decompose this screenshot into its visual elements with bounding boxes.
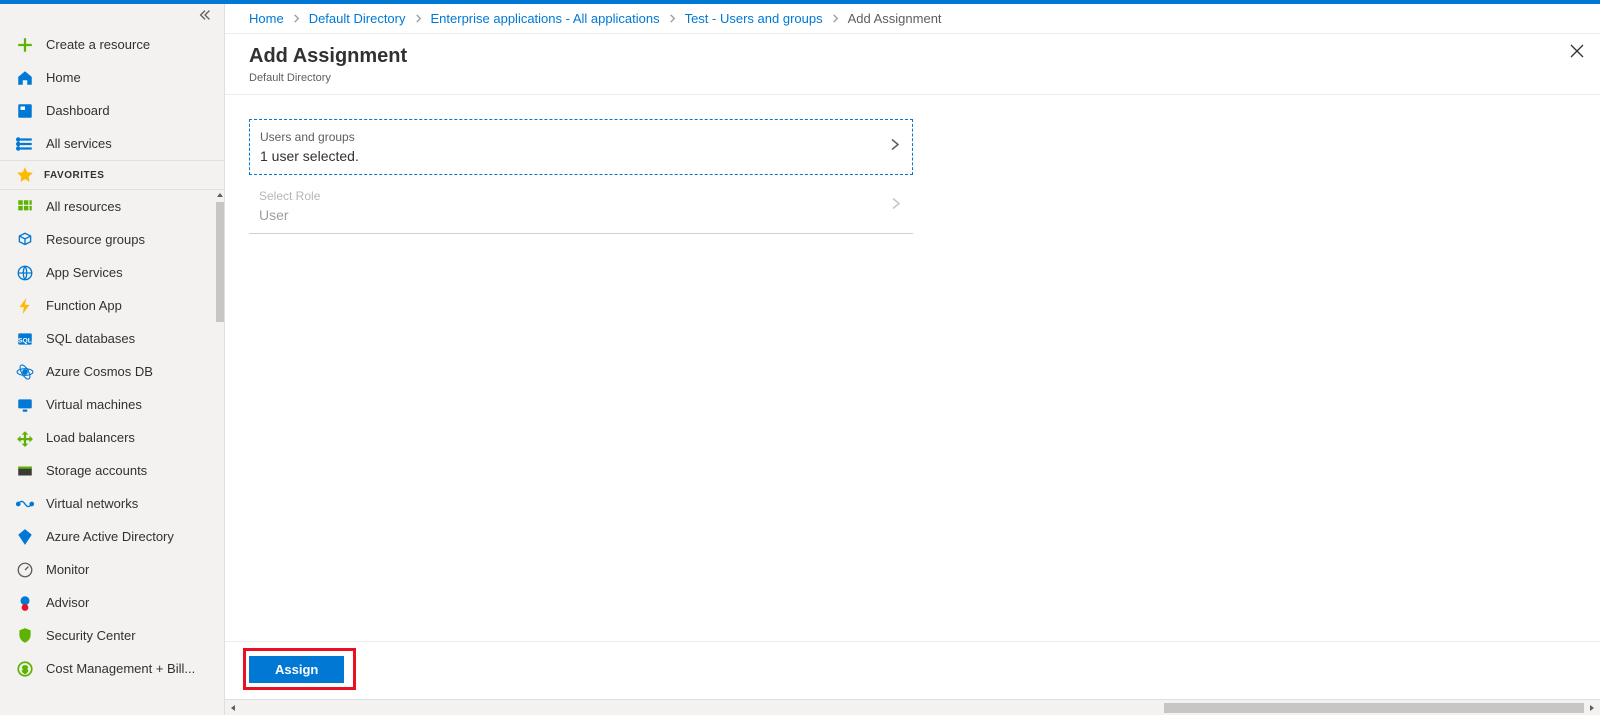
svg-text:SQL: SQL xyxy=(18,337,32,344)
nav-label: SQL databases xyxy=(46,331,135,346)
monitor-screen-icon xyxy=(16,396,34,414)
scroll-right-arrow[interactable] xyxy=(1584,700,1600,715)
nav-load-balancers[interactable]: Load balancers xyxy=(0,421,224,454)
nav-label: Resource groups xyxy=(46,232,145,247)
page-title: Add Assignment xyxy=(249,42,1576,70)
nav-label: Advisor xyxy=(46,595,89,610)
nav-cost-management[interactable]: $ Cost Management + Bill... xyxy=(0,652,224,685)
network-icon xyxy=(16,495,34,513)
nav-function-app[interactable]: Function App xyxy=(0,289,224,322)
breadcrumb: Home Default Directory Enterprise applic… xyxy=(225,4,1600,34)
blade-body: Users and groups 1 user selected. Select… xyxy=(225,95,1600,641)
lightning-icon xyxy=(16,297,34,315)
star-icon xyxy=(16,166,34,184)
svg-text:$: $ xyxy=(22,664,27,674)
nav-create-resource[interactable]: Create a resource xyxy=(0,28,224,61)
nav-home[interactable]: Home xyxy=(0,61,224,94)
nav-resource-groups[interactable]: Resource groups xyxy=(0,223,224,256)
scroll-left-arrow[interactable] xyxy=(225,700,241,715)
nav-cosmos-db[interactable]: Azure Cosmos DB xyxy=(0,355,224,388)
blade-footer: Assign xyxy=(225,641,1600,699)
page-subtitle: Default Directory xyxy=(249,72,1576,84)
nav-label: Azure Cosmos DB xyxy=(46,364,153,379)
nav-label: Home xyxy=(46,70,81,85)
assign-button[interactable]: Assign xyxy=(249,656,344,683)
breadcrumb-home[interactable]: Home xyxy=(249,11,284,26)
blade-header: Add Assignment Default Directory xyxy=(225,34,1600,95)
favorites-label: FAVORITES xyxy=(44,170,104,181)
shield-icon xyxy=(16,627,34,645)
nav-security-center[interactable]: Security Center xyxy=(0,619,224,652)
dashboard-icon xyxy=(16,102,34,120)
nav-label: All services xyxy=(46,136,112,151)
nav-azure-ad[interactable]: Azure Active Directory xyxy=(0,520,224,553)
globe-icon xyxy=(16,264,34,282)
breadcrumb-directory[interactable]: Default Directory xyxy=(309,11,406,26)
cost-icon: $ xyxy=(16,660,34,678)
nav-virtual-networks[interactable]: Virtual networks xyxy=(0,487,224,520)
chevron-right-icon xyxy=(414,14,423,23)
sidebar-collapse-button[interactable] xyxy=(0,4,224,28)
storage-icon xyxy=(16,462,34,480)
nav-label: App Services xyxy=(46,265,123,280)
users-groups-selector[interactable]: Users and groups 1 user selected. xyxy=(249,119,913,175)
nav-monitor[interactable]: Monitor xyxy=(0,553,224,586)
sql-icon: SQL xyxy=(16,330,34,348)
nav-label: Monitor xyxy=(46,562,89,577)
nav-label: Create a resource xyxy=(46,37,150,52)
gauge-icon xyxy=(16,561,34,579)
nav-dashboard[interactable]: Dashboard xyxy=(0,94,224,127)
breadcrumb-enterprise-apps[interactable]: Enterprise applications - All applicatio… xyxy=(431,11,660,26)
advisor-icon xyxy=(16,594,34,612)
sidebar: Create a resource Home Dashboard All ser… xyxy=(0,4,225,715)
selector-value: 1 user selected. xyxy=(260,148,876,164)
nav-label: Function App xyxy=(46,298,122,313)
chevron-right-icon xyxy=(888,138,902,157)
nav-label: Azure Active Directory xyxy=(46,529,174,544)
nav-label: Virtual networks xyxy=(46,496,138,511)
chevron-right-icon xyxy=(831,14,840,23)
horizontal-scrollbar[interactable] xyxy=(225,699,1600,715)
nav-virtual-machines[interactable]: Virtual machines xyxy=(0,388,224,421)
nav-all-services[interactable]: All services xyxy=(0,127,224,160)
main-content: Home Default Directory Enterprise applic… xyxy=(225,4,1600,715)
nav-label: Load balancers xyxy=(46,430,135,445)
horizontal-scrollbar-thumb[interactable] xyxy=(1164,703,1584,713)
list-icon xyxy=(16,135,34,153)
sidebar-scroll-up[interactable] xyxy=(216,190,224,200)
select-role-selector[interactable]: Select Role User xyxy=(249,179,913,234)
chevron-right-icon xyxy=(292,14,301,23)
nav-sql-databases[interactable]: SQL SQL databases xyxy=(0,322,224,355)
chevron-double-left-icon xyxy=(198,8,212,22)
breadcrumb-current: Add Assignment xyxy=(848,11,942,26)
sidebar-scrollbar-thumb[interactable] xyxy=(216,202,224,322)
nav-label: Dashboard xyxy=(46,103,110,118)
chevron-right-icon xyxy=(668,14,677,23)
favorites-header: FAVORITES xyxy=(0,160,224,190)
grid-icon xyxy=(16,198,34,216)
cosmos-icon xyxy=(16,363,34,381)
nav-storage-accounts[interactable]: Storage accounts xyxy=(0,454,224,487)
nav-advisor[interactable]: Advisor xyxy=(0,586,224,619)
nav-label: All resources xyxy=(46,199,121,214)
selector-label: Select Role xyxy=(259,189,877,203)
aad-icon xyxy=(16,528,34,546)
load-balancer-icon xyxy=(16,429,34,447)
nav-all-resources[interactable]: All resources xyxy=(0,190,224,223)
chevron-right-icon xyxy=(889,197,903,216)
close-blade-button[interactable] xyxy=(1570,44,1584,63)
nav-label: Security Center xyxy=(46,628,136,643)
close-icon xyxy=(1570,44,1584,58)
nav-app-services[interactable]: App Services xyxy=(0,256,224,289)
plus-icon xyxy=(16,36,34,54)
cube-icon xyxy=(16,231,34,249)
nav-label: Cost Management + Bill... xyxy=(46,661,195,676)
selector-label: Users and groups xyxy=(260,130,876,144)
home-icon xyxy=(16,69,34,87)
nav-label: Storage accounts xyxy=(46,463,147,478)
breadcrumb-test-users-groups[interactable]: Test - Users and groups xyxy=(685,11,823,26)
selector-value: User xyxy=(259,207,877,223)
nav-label: Virtual machines xyxy=(46,397,142,412)
